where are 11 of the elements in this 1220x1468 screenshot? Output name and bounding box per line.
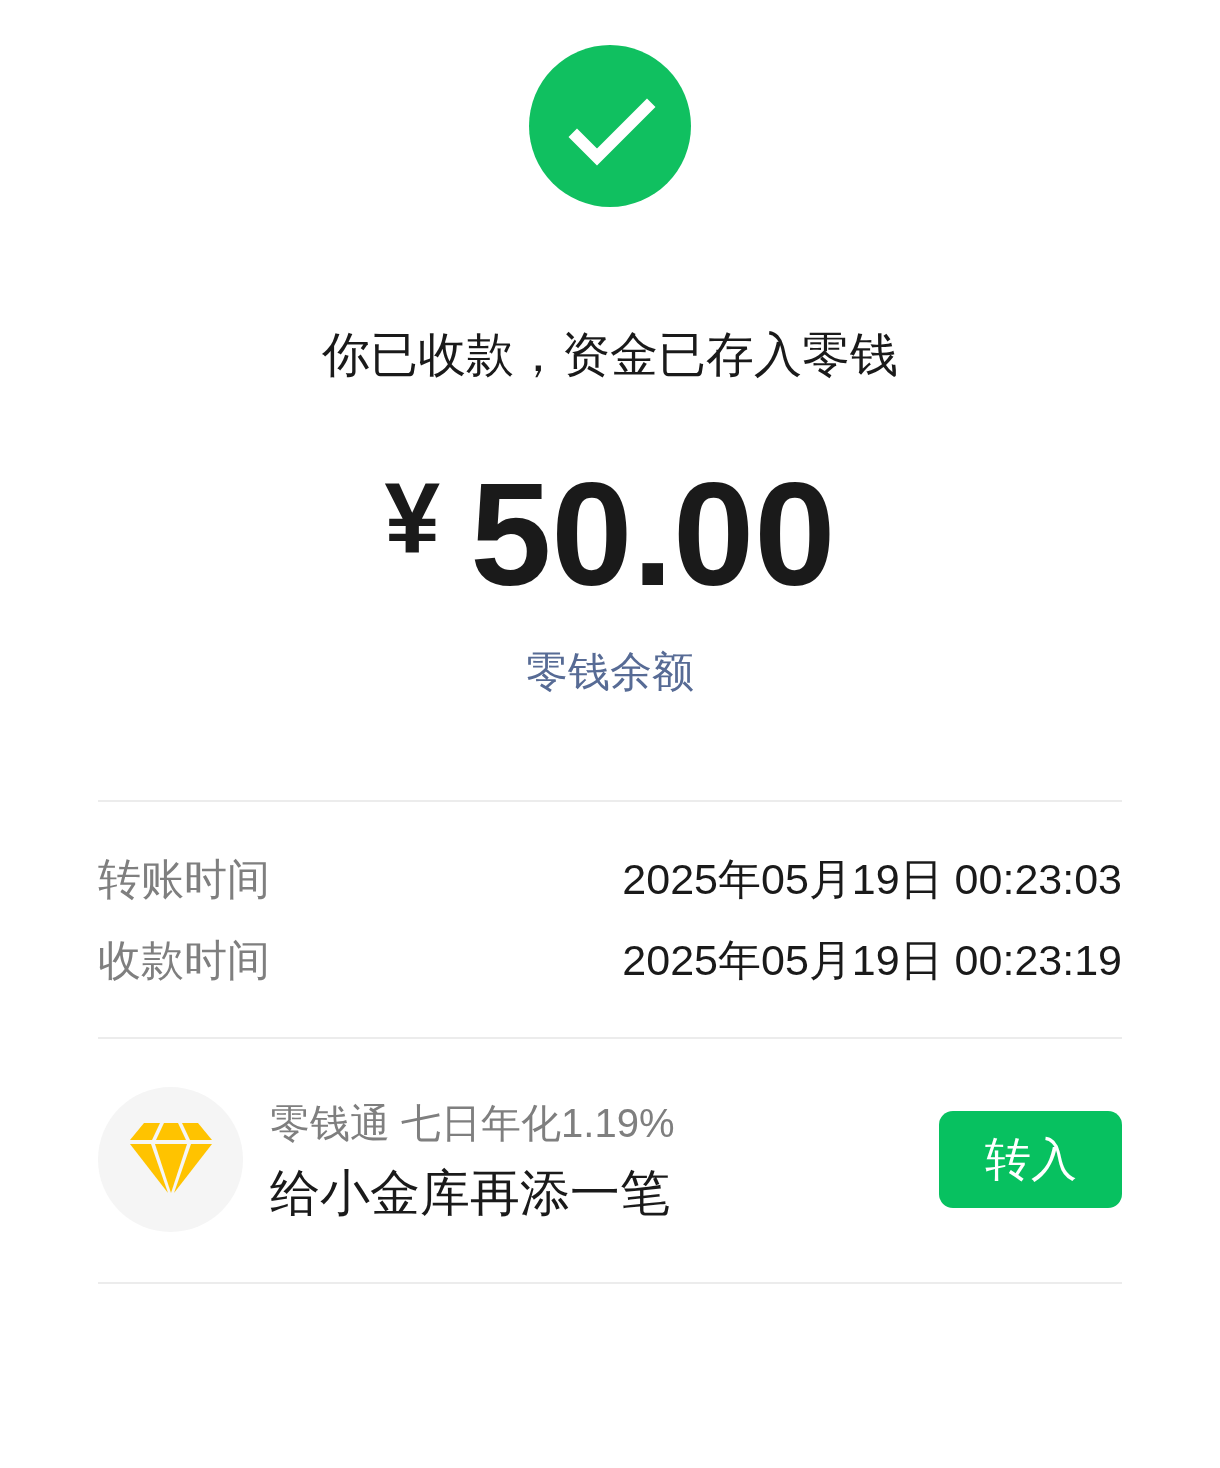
detail-label: 收款时间: [98, 935, 270, 986]
promo-title: 零钱通 七日年化1.19%: [270, 1099, 676, 1147]
currency-symbol: ¥: [384, 462, 441, 574]
amount-value: 50.00: [470, 453, 836, 616]
detail-value: 2025年05月19日 00:23:03: [622, 854, 1122, 905]
status-title: 你已收款，资金已存入零钱: [322, 327, 898, 383]
promo-subtitle: 给小金库再添一笔: [270, 1163, 671, 1223]
balance-link[interactable]: 零钱余额: [526, 646, 694, 698]
detail-value: 2025年05月19日 00:23:19: [622, 935, 1122, 986]
detail-label: 转账时间: [98, 854, 270, 905]
check-icon: [529, 45, 691, 207]
